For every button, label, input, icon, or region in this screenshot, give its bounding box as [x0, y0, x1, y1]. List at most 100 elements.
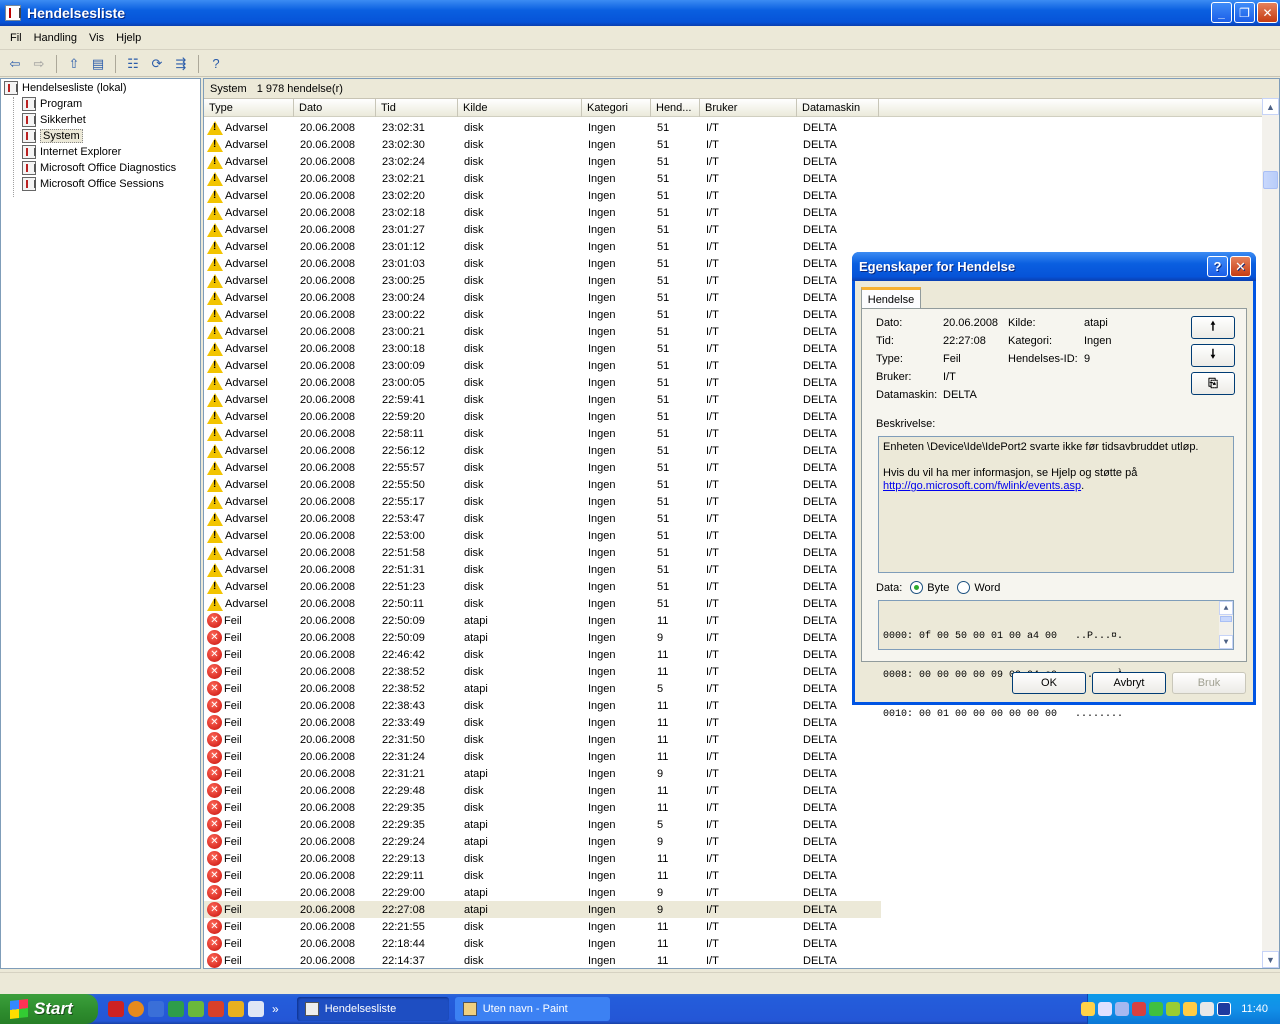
window-titlebar[interactable]: Hendelsesliste _ ❐ ✕	[0, 0, 1280, 26]
previous-event-button[interactable]: 🠕	[1191, 316, 1235, 339]
ok-button[interactable]: OK	[1012, 672, 1086, 694]
firefox-icon[interactable]	[128, 1001, 144, 1017]
scroll-thumb[interactable]	[1220, 616, 1232, 622]
copy-button[interactable]: ⎘	[1191, 372, 1235, 395]
table-row[interactable]: ✕ Feil 20.06.2008 22:18:44 disk Ingen 11 I/T DEL…	[204, 935, 1264, 952]
hex-data-box[interactable]: 0000: 0f 00 50 00 01 00 a4 00 ..P...¤. 0…	[878, 600, 1234, 720]
log-icon	[22, 161, 36, 175]
cell-type-label: Feil	[224, 886, 242, 899]
export-icon[interactable]: ⇶	[170, 53, 192, 75]
taskbar-item-paint[interactable]: Uten navn - Paint	[454, 997, 610, 1021]
column-source[interactable]: Kilde	[458, 99, 582, 117]
column-date[interactable]: Dato	[294, 99, 376, 117]
scroll-up-icon[interactable]: ▲	[1219, 601, 1233, 615]
menu-fil[interactable]: Fil	[4, 32, 28, 44]
quicklaunch-app-icon[interactable]	[248, 1001, 264, 1017]
table-row[interactable]: ✕ Feil 20.06.2008 22:29:11 disk Ingen 11 I/T DEL…	[204, 867, 1264, 884]
quicklaunch-app-icon[interactable]	[148, 1001, 164, 1017]
table-row[interactable]: ✕ Feil 20.06.2008 22:29:35 disk Ingen 11 I/T DEL…	[204, 799, 1264, 816]
apply-button[interactable]: Bruk	[1172, 672, 1246, 694]
tray-icon[interactable]	[1183, 1002, 1198, 1016]
tree-item-system[interactable]: System	[22, 128, 83, 144]
forward-icon[interactable]: ⇨	[28, 53, 50, 75]
tray-icon[interactable]	[1081, 1002, 1096, 1016]
quicklaunch-app-icon[interactable]	[228, 1001, 244, 1017]
tree-root[interactable]: Hendelsesliste (lokal)	[4, 80, 127, 96]
column-time[interactable]: Tid	[376, 99, 458, 117]
menu-hjelp[interactable]: Hjelp	[110, 32, 147, 44]
start-button[interactable]: Start	[0, 994, 98, 1024]
scroll-up-icon[interactable]: ▲	[1262, 98, 1279, 115]
quicklaunch-app-icon[interactable]	[108, 1001, 124, 1017]
table-row[interactable]: Advarsel 20.06.2008 23:02:30 disk Ingen 51 I/T…	[204, 136, 1264, 153]
dialog-close-button[interactable]: ✕	[1230, 256, 1251, 277]
scroll-thumb[interactable]	[1263, 171, 1278, 189]
table-row[interactable]: ✕ Feil 20.06.2008 22:29:24 atapi Ingen 9 I/T DEL…	[204, 833, 1264, 850]
tray-icon[interactable]	[1132, 1002, 1147, 1016]
table-row[interactable]: ✕ Feil 20.06.2008 22:29:35 atapi Ingen 5 I/T DEL…	[204, 816, 1264, 833]
tray-icon[interactable]	[1200, 1002, 1215, 1016]
cell-type: Advarsel	[204, 120, 294, 135]
next-event-button[interactable]: 🠗	[1191, 344, 1235, 367]
tray-icon[interactable]	[1149, 1002, 1164, 1016]
radio-word[interactable]: Word	[957, 581, 1000, 594]
messenger-icon[interactable]	[188, 1001, 204, 1017]
tray-icon[interactable]	[1098, 1002, 1113, 1016]
help-link[interactable]: http://go.microsoft.com/fwlink/events.as…	[883, 480, 1081, 492]
tray-icon[interactable]	[1115, 1002, 1130, 1016]
tree-item-internet-explorer[interactable]: Internet Explorer	[22, 144, 121, 160]
scroll-down-icon[interactable]: ▼	[1219, 635, 1233, 649]
table-row[interactable]: Advarsel 20.06.2008 23:02:24 disk Ingen 51 I/T…	[204, 153, 1264, 170]
tree-item-sikkerhet[interactable]: Sikkerhet	[22, 112, 86, 128]
cell-type: ✕ Feil	[204, 732, 294, 747]
dialog-titlebar[interactable]: Egenskaper for Hendelse ? ✕	[852, 252, 1256, 281]
media-player-icon[interactable]	[1217, 1002, 1232, 1016]
column-type[interactable]: Type	[204, 99, 294, 117]
radio-byte[interactable]: Byte	[910, 581, 949, 594]
table-row[interactable]: ✕ Feil 20.06.2008 22:29:00 atapi Ingen 9 I/T DEL…	[204, 884, 1264, 901]
menu-vis[interactable]: Vis	[83, 32, 110, 44]
table-row[interactable]: ✕ Feil 20.06.2008 22:29:48 disk Ingen 11 I/T DEL…	[204, 782, 1264, 799]
minimize-button[interactable]: _	[1211, 2, 1232, 23]
quicklaunch-app-icon[interactable]	[168, 1001, 184, 1017]
properties-icon[interactable]: ☷	[122, 53, 144, 75]
tree-item-office-diagnostics[interactable]: Microsoft Office Diagnostics	[22, 160, 176, 176]
tab-hendelse[interactable]: Hendelse	[861, 287, 921, 309]
quicklaunch-app-icon[interactable]	[208, 1001, 224, 1017]
table-row[interactable]: Advarsel 20.06.2008 23:02:31 disk Ingen 51 I/T…	[204, 119, 1264, 136]
quicklaunch-more-icon[interactable]: »	[272, 1002, 279, 1016]
scroll-down-icon[interactable]: ▼	[1262, 951, 1279, 968]
show-tree-icon[interactable]: ▤	[87, 53, 109, 75]
table-row[interactable]: Advarsel 20.06.2008 23:02:21 disk Ingen 51 I/T…	[204, 170, 1264, 187]
column-user[interactable]: Bruker	[700, 99, 797, 117]
cell-date: 20.06.2008	[300, 767, 356, 780]
table-row[interactable]: Advarsel 20.06.2008 23:02:18 disk Ingen 51 I/T…	[204, 204, 1264, 221]
table-row[interactable]: ✕ Feil 20.06.2008 22:27:08 atapi Ingen 9 I/T DEL…	[204, 901, 881, 918]
cancel-button[interactable]: Avbryt	[1092, 672, 1166, 694]
menu-handling[interactable]: Handling	[28, 32, 83, 44]
tree-item-office-sessions[interactable]: Microsoft Office Sessions	[22, 176, 164, 192]
description-box[interactable]: Enheten \Device\Ide\IdePort2 svarte ikke…	[878, 436, 1234, 573]
table-row[interactable]: ✕ Feil 20.06.2008 22:29:13 disk Ingen 11 I/T DEL…	[204, 850, 1264, 867]
dialog-help-button[interactable]: ?	[1207, 256, 1228, 277]
column-category[interactable]: Kategori	[582, 99, 651, 117]
table-row[interactable]: ✕ Feil 20.06.2008 22:31:21 atapi Ingen 9 I/T DEL…	[204, 765, 1264, 782]
table-row[interactable]: Advarsel 20.06.2008 23:02:20 disk Ingen 51 I/T…	[204, 187, 1264, 204]
cell-time: 22:29:35	[382, 818, 425, 831]
column-event-id[interactable]: Hend...	[651, 99, 700, 117]
close-button[interactable]: ✕	[1257, 2, 1278, 23]
maximize-button[interactable]: ❐	[1234, 2, 1255, 23]
table-row[interactable]: Advarsel 20.06.2008 23:01:27 disk Ingen 51 I/T…	[204, 221, 1264, 238]
back-icon[interactable]: ⇦	[4, 53, 26, 75]
list-scrollbar[interactable]: ▲ ▼	[1262, 98, 1279, 968]
help-icon[interactable]: ?	[205, 53, 227, 75]
hex-scrollbar[interactable]: ▲ ▼	[1219, 601, 1233, 649]
table-row[interactable]: ✕ Feil 20.06.2008 22:14:37 disk Ingen 11 I/T DEL…	[204, 952, 1264, 968]
tray-icon[interactable]	[1166, 1002, 1181, 1016]
taskbar-item-hendelsesliste[interactable]: Hendelsesliste	[296, 997, 449, 1021]
column-computer[interactable]: Datamaskin	[797, 99, 879, 117]
refresh-icon[interactable]: ⟳	[146, 53, 168, 75]
tree-item-program[interactable]: Program	[22, 96, 82, 112]
table-row[interactable]: ✕ Feil 20.06.2008 22:21:55 disk Ingen 11 I/T DEL…	[204, 918, 1264, 935]
up-folder-icon[interactable]: ⇧	[63, 53, 85, 75]
